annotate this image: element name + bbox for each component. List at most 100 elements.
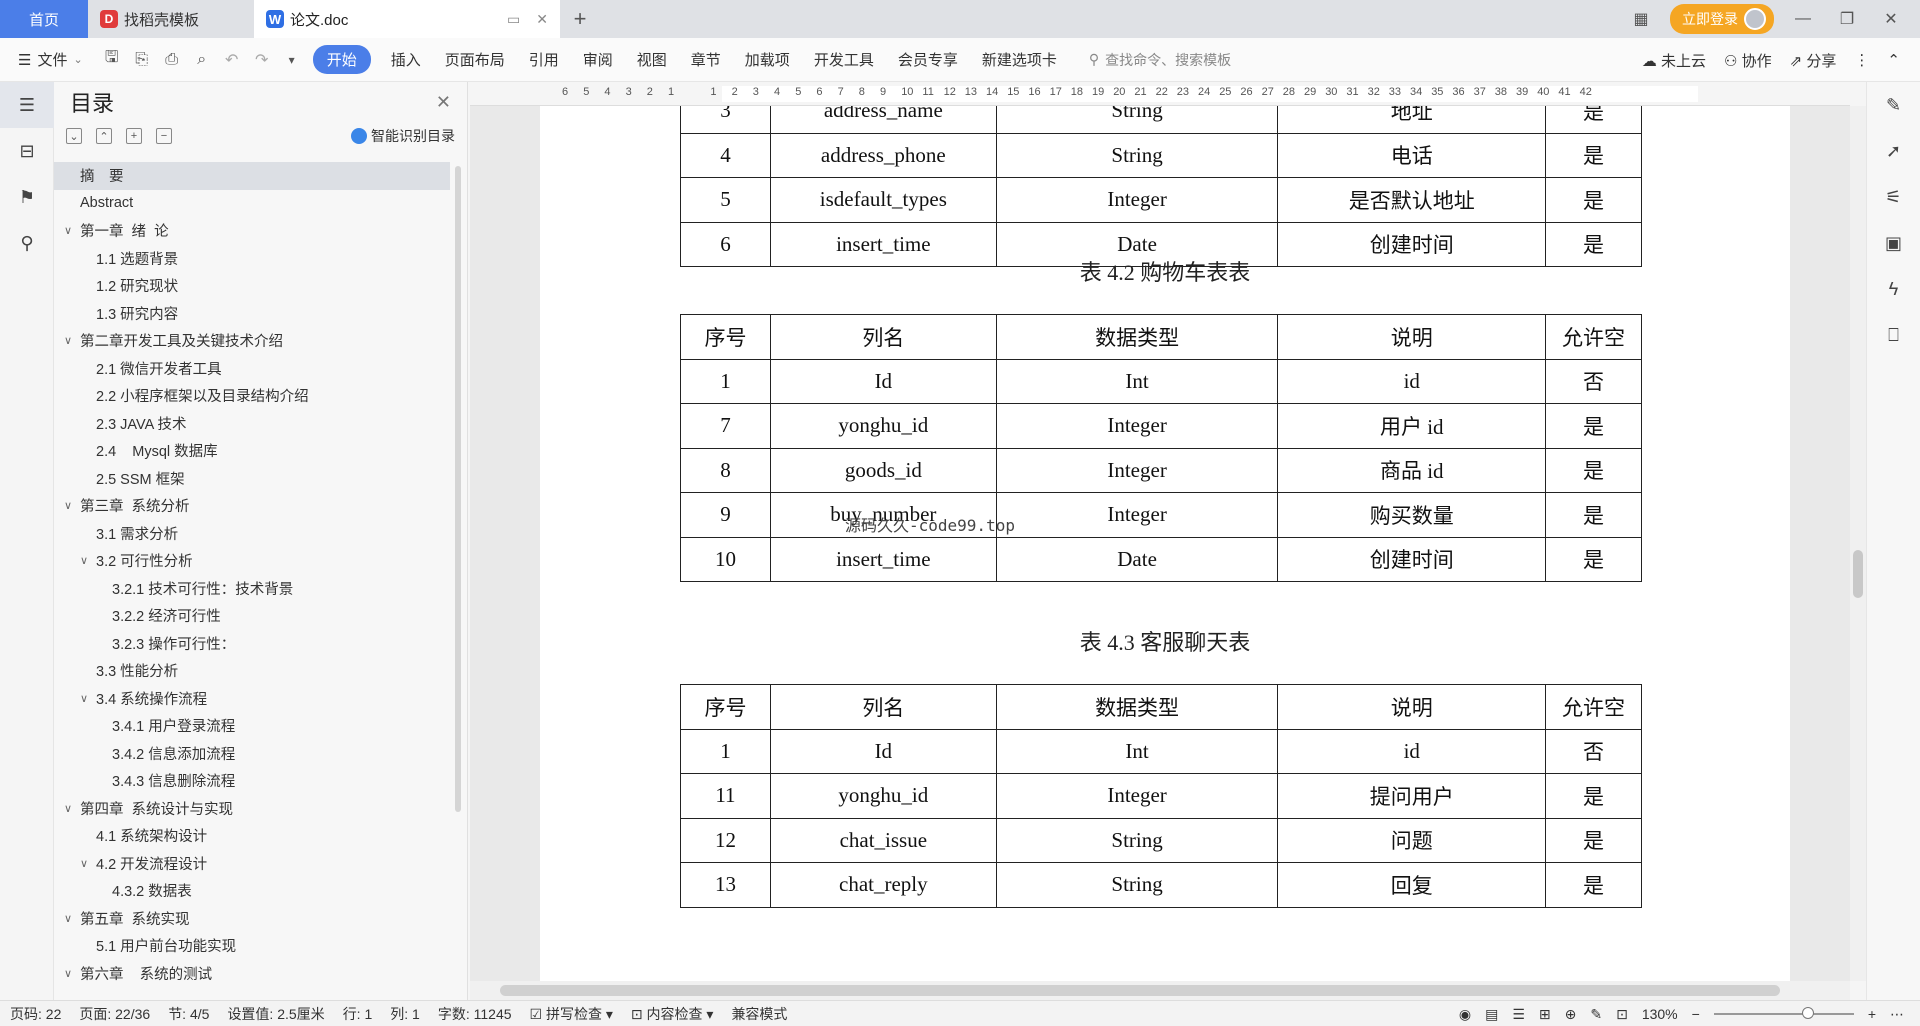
table-cell[interactable]: yonghu_id <box>769 403 997 449</box>
login-button[interactable]: 立即登录 <box>1670 4 1774 34</box>
toc-item[interactable]: 3.2.2 经济可行性 <box>54 602 450 630</box>
table-cell[interactable]: Int <box>995 358 1279 404</box>
table-cell[interactable]: 商品 id <box>1277 447 1547 493</box>
collab-button[interactable]: ⚇ 协作 <box>1724 50 1772 71</box>
table-cell[interactable]: id <box>1277 358 1547 404</box>
table-cell[interactable]: 13 <box>680 862 771 908</box>
toc-item[interactable]: Abstract <box>54 190 450 218</box>
table-cell[interactable]: 用户 id <box>1277 403 1547 449</box>
vertical-scrollbar[interactable] <box>1850 106 1866 981</box>
table-cell[interactable]: String <box>995 862 1279 908</box>
smart-toc-button[interactable]: 智能识别目录 <box>351 126 455 146</box>
toc-item[interactable]: 2.3 JAVA 技术 <box>54 410 450 438</box>
table-cell[interactable]: address_name <box>769 106 997 134</box>
reader-icon[interactable]: ⎕ <box>1867 312 1920 358</box>
table-cell[interactable]: 说明 <box>1277 684 1547 730</box>
pen-icon[interactable]: ✎ <box>1867 82 1920 128</box>
table-cell[interactable]: 8 <box>680 447 771 493</box>
web-view-icon[interactable]: ⊕ <box>1565 1006 1577 1023</box>
print-preview-icon[interactable]: ⌕ <box>187 51 217 69</box>
horizontal-ruler[interactable]: 6 5 4 3 2 1 1 2 3 4 5 6 7 8 9 10 11 12 13 14 15 16 17 18 19 20 21 2… <box>470 82 1850 106</box>
table-cell[interactable]: Int <box>995 728 1279 774</box>
table-cell[interactable]: insert_time <box>769 536 997 582</box>
remove-heading-icon[interactable]: − <box>156 128 172 144</box>
table-cell[interactable]: 12 <box>680 817 771 863</box>
toc-item[interactable]: ∨ 第六章 系统的测试 <box>54 960 450 988</box>
table-cell[interactable]: 是 <box>1545 106 1642 134</box>
select-pointer-icon[interactable]: ➚ <box>1867 128 1920 174</box>
table-cell[interactable]: 是 <box>1545 492 1642 538</box>
toc-item[interactable]: 2.2 小程序框架以及目录结构介绍 <box>54 382 450 410</box>
more-status-icon[interactable]: ⋯ <box>1890 1006 1904 1023</box>
file-menu[interactable]: ☰ 文件 ⌄ <box>0 49 97 70</box>
toc-item[interactable]: ∨ 第五章 系统实现 <box>54 905 450 933</box>
toc-item[interactable]: 1.3 研究内容 <box>54 300 450 328</box>
image-tools-icon[interactable]: ▣ <box>1867 220 1920 266</box>
table-cell[interactable]: id <box>1277 728 1547 774</box>
status-setting[interactable]: 设置值: 2.5厘米 <box>227 1004 324 1024</box>
horizontal-scrollbar[interactable] <box>470 981 1850 1000</box>
eye-protect-icon[interactable]: ◉ <box>1459 1006 1471 1023</box>
table-cell[interactable]: String <box>995 817 1279 863</box>
table-cell[interactable]: 是 <box>1545 447 1642 493</box>
toc-item[interactable]: 1.1 选题背景 <box>54 245 450 273</box>
table-cell[interactable]: 10 <box>680 536 771 582</box>
chevron-down-icon[interactable]: ∨ <box>60 802 76 815</box>
grid-apps-icon[interactable]: ▦ <box>1626 9 1656 29</box>
table-cell[interactable]: 购买数量 <box>1277 492 1547 538</box>
table-cell[interactable]: 数据类型 <box>995 684 1279 730</box>
toc-item[interactable]: 2.1 微信开发者工具 <box>54 355 450 383</box>
write-view-icon[interactable]: ✎ <box>1590 1006 1602 1023</box>
table-cell[interactable]: 1 <box>680 728 771 774</box>
more-menu-icon[interactable]: ⋮ <box>1854 51 1869 69</box>
table-cell[interactable]: 1 <box>680 358 771 404</box>
vertical-scroll-thumb[interactable] <box>1853 550 1863 598</box>
toc-panel-icon[interactable]: ☰ <box>0 82 54 128</box>
add-heading-icon[interactable]: + <box>126 128 142 144</box>
redo-icon[interactable]: ↷ <box>247 50 277 70</box>
chevron-down-icon[interactable]: ∨ <box>76 554 92 567</box>
table-cell[interactable]: 11 <box>680 773 771 819</box>
chevron-down-icon[interactable]: ∨ <box>76 692 92 705</box>
table-cell[interactable]: 是 <box>1545 773 1642 819</box>
zoom-in-icon[interactable]: + <box>1868 1006 1876 1022</box>
table-cell[interactable]: 序号 <box>680 314 771 360</box>
adjust-icon[interactable]: ⚟ <box>1867 174 1920 220</box>
table-cell[interactable]: 允许空 <box>1545 314 1642 360</box>
close-window-icon[interactable]: ✕ <box>1876 9 1906 29</box>
command-search[interactable]: ⚲ 查找命令、搜索模板 <box>1069 50 1231 70</box>
cloud-status[interactable]: ☁ 未上云 <box>1642 50 1706 71</box>
table-cell[interactable]: 3 <box>680 106 771 134</box>
toc-item[interactable]: ∨ 3.2 可行性分析 <box>54 547 450 575</box>
table-cell[interactable]: Integer <box>995 177 1279 223</box>
table-cell[interactable]: String <box>995 106 1279 134</box>
restore-icon[interactable]: ❐ <box>1832 9 1862 29</box>
toc-item[interactable]: 3.4.1 用户登录流程 <box>54 712 450 740</box>
minimize-icon[interactable]: — <box>1788 10 1818 28</box>
table-cell[interactable]: 提问用户 <box>1277 773 1547 819</box>
table-cell[interactable]: chat_reply <box>769 862 997 908</box>
undo-icon[interactable]: ↶ <box>217 50 247 70</box>
table-cell[interactable]: chat_issue <box>769 817 997 863</box>
table-cell[interactable]: 序号 <box>680 684 771 730</box>
table-cell[interactable]: yonghu_id <box>769 773 997 819</box>
zoom-out-icon[interactable]: − <box>1692 1006 1700 1022</box>
table-cell[interactable]: 是 <box>1545 862 1642 908</box>
fit-page-icon[interactable]: ⊡ <box>1616 1006 1628 1023</box>
table-cell[interactable]: 7 <box>680 403 771 449</box>
toc-item[interactable]: ∨ 4.2 开发流程设计 <box>54 850 450 878</box>
table-cell[interactable]: 回复 <box>1277 862 1547 908</box>
table-cell[interactable]: Integer <box>995 403 1279 449</box>
table-cell[interactable]: 否 <box>1545 358 1642 404</box>
chevron-down-icon[interactable]: ∨ <box>76 857 92 870</box>
chevron-down-icon[interactable]: ∨ <box>60 224 76 237</box>
close-tab-icon[interactable]: ✕ <box>536 11 548 28</box>
toc-item[interactable]: ∨ 第二章开发工具及关键技术介绍 <box>54 327 450 355</box>
table-cell[interactable]: Integer <box>995 492 1279 538</box>
chevron-down-icon[interactable]: ∨ <box>60 912 76 925</box>
tab-home[interactable]: 首页 <box>0 0 88 38</box>
table-cell[interactable]: address_phone <box>769 132 997 178</box>
menu-addins[interactable]: 加载项 <box>733 49 802 70</box>
page-view-icon[interactable]: ▤ <box>1485 1006 1498 1023</box>
menu-page-layout[interactable]: 页面布局 <box>433 49 517 70</box>
